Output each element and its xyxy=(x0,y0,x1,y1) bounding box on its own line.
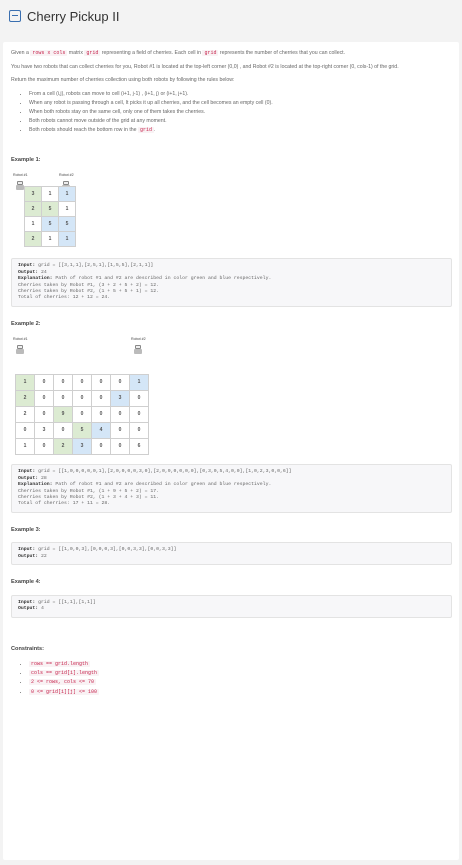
example-2-grid: 1000001 2000030 2090000 0305400 1023006 xyxy=(15,374,149,456)
page-header: Cherry Pickup II xyxy=(0,0,462,32)
intro-paragraph-2: You have two robots that can collect che… xyxy=(11,63,399,70)
example-2-code: Input: grid = [[1,0,0,0,0,0,1],[2,0,0,0,… xyxy=(11,464,452,513)
example-2-heading: Example 2: xyxy=(11,320,41,327)
page-title: Cherry Pickup II xyxy=(27,8,120,24)
constraint-item: 0 <= grid[i][j] <= 100 xyxy=(29,688,452,697)
problem-panel: Given a rows x cols matrix grid represen… xyxy=(3,42,459,860)
problem-content: Given a rows x cols matrix grid represen… xyxy=(3,42,459,696)
inline-code: grid xyxy=(202,50,219,56)
example-1-code: Input: grid = [[3,1,1],[2,5,1],[1,5,5],[… xyxy=(11,258,452,307)
intro-paragraph-3: Return the maximum number of cherries co… xyxy=(11,77,235,84)
example-4-heading: Example 4: xyxy=(11,579,41,586)
inline-code: rows x cols xyxy=(30,50,68,56)
constraints-heading: Constraints: xyxy=(11,645,44,652)
example-1-grid: 311 251 155 211 xyxy=(24,186,76,248)
inline-code: grid xyxy=(84,50,101,56)
rule-item: When both robots stay on the same cell, … xyxy=(29,109,452,117)
example-3-heading: Example 3: xyxy=(11,526,41,533)
intro-paragraph-1: Given a rows x cols matrix grid represen… xyxy=(11,50,346,56)
constraint-item: rows == grid.length xyxy=(29,661,452,669)
constraint-item: 2 <= rows, cols <= 70 xyxy=(29,679,452,687)
example-1-heading: Example 1: xyxy=(11,156,41,163)
rules-list: From a cell (i,j), robots can move to ce… xyxy=(11,91,452,135)
example-2-figure: Robot #1 Robot #2 1000001 2000030 209000… xyxy=(11,336,452,464)
rule-item: Both robots cannot move outside of the g… xyxy=(29,118,452,126)
example-1-figure: Robot #1 Robot #2 311 251 155 211 xyxy=(11,172,452,258)
constraint-item: cols == grid[i].length xyxy=(29,670,452,678)
robot-2-icon: Robot #2 xyxy=(131,336,146,354)
inline-code: grid xyxy=(138,127,155,134)
problem-icon xyxy=(9,10,21,22)
rule-item: When any robot is passing through a cell… xyxy=(29,100,452,108)
example-4-code: Input: grid = [[1,1],[1,1]] Output: 4 xyxy=(11,594,452,618)
rule-item: Both robots should reach the bottom row … xyxy=(29,127,452,135)
robot-1-icon: Robot #1 xyxy=(13,336,28,354)
example-3-code: Input: grid = [[1,0,0,3],[0,0,0,3],[0,0,… xyxy=(11,542,452,566)
rule-item: From a cell (i,j), robots can move to ce… xyxy=(29,91,452,99)
constraints-list: rows == grid.length cols == grid[i].leng… xyxy=(11,661,452,696)
